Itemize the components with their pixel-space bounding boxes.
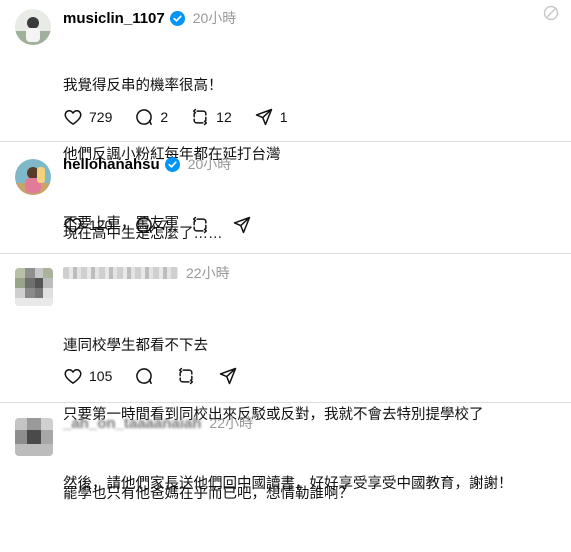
post-3: 22小時 連同校學生都看不下去 只要第一時間看到同校出來反駁或反對，我就不會去特…	[0, 254, 571, 492]
timestamp: 20小時	[187, 156, 232, 172]
username[interactable]: musiclin_1107	[63, 10, 165, 27]
action-bar: 120 7	[63, 214, 274, 236]
post-text: 罷學也只有他爸媽在乎而已吧，想情勒誰啊？	[63, 437, 353, 552]
post-line: 罷學也只有他爸媽在乎而已吧，想情勒誰啊？	[63, 486, 353, 502]
avatar[interactable]	[15, 159, 51, 195]
post-header: _ah_on_taaaanaiah 22小時	[63, 412, 253, 434]
post-header: hellohanahsu 20小時	[63, 153, 231, 175]
more-options-icon[interactable]	[543, 5, 559, 21]
heart-icon	[64, 110, 82, 125]
avatar[interactable]	[15, 268, 53, 306]
comment-icon	[136, 368, 153, 385]
action-bar: 105	[63, 365, 260, 387]
post-1: musiclin_1107 20小時 我覺得反串的機率很高！ 他們反諷小粉紅每年…	[0, 0, 571, 232]
post-header: 22小時	[63, 262, 230, 284]
heart-icon	[64, 369, 82, 384]
comment-button[interactable]	[134, 366, 154, 386]
blurred-username	[63, 267, 178, 279]
repost-icon	[179, 367, 194, 385]
repost-icon	[193, 108, 208, 126]
timestamp: 22小時	[186, 265, 230, 281]
comment-icon	[136, 109, 153, 126]
repost-button[interactable]: 12	[190, 107, 232, 127]
repost-icon	[193, 216, 208, 234]
like-button[interactable]: 120	[63, 215, 112, 235]
post-2: hellohanahsu 20小時 現在高中生是怎麼了…… 120 7	[0, 142, 571, 247]
action-bar: 729 2 12 1	[63, 106, 310, 128]
comment-count: 7	[160, 217, 169, 233]
avatar[interactable]	[15, 418, 53, 456]
send-icon	[220, 367, 237, 385]
verified-badge-icon	[164, 156, 180, 172]
repost-count: 12	[216, 109, 232, 125]
like-button[interactable]: 729	[63, 107, 112, 127]
timestamp: 20小時	[192, 10, 237, 26]
blurred-username: _ah_on_taaaanaiah	[63, 414, 202, 432]
username[interactable]: hellohanahsu	[63, 156, 160, 173]
comment-icon	[136, 217, 153, 234]
timestamp: 22小時	[209, 415, 253, 431]
repost-button[interactable]	[176, 366, 196, 386]
share-count: 1	[279, 109, 288, 125]
post-header: musiclin_1107 20小時	[63, 7, 236, 29]
share-button[interactable]: 1	[254, 107, 288, 127]
like-count: 120	[89, 217, 113, 233]
like-button[interactable]: 105	[63, 366, 112, 386]
heart-icon	[64, 218, 82, 233]
post-line: 我覺得反串的機率很高！	[63, 78, 223, 94]
send-icon	[233, 216, 251, 234]
repost-button[interactable]	[190, 215, 210, 235]
comment-button[interactable]: 2	[134, 107, 168, 127]
comment-count: 2	[160, 109, 169, 125]
like-count: 105	[89, 368, 113, 384]
share-button[interactable]	[232, 215, 252, 235]
post-line: 連同校學生都看不下去	[63, 338, 208, 354]
avatar[interactable]	[15, 9, 51, 45]
share-button[interactable]	[218, 366, 238, 386]
like-count: 729	[89, 109, 113, 125]
verified-badge-icon	[169, 10, 185, 26]
send-icon	[255, 108, 272, 126]
post-4: _ah_on_taaaanaiah 22小時 罷學也只有他爸媽在乎而已吧，想情勒…	[0, 403, 571, 502]
comment-button[interactable]: 7	[134, 215, 168, 235]
